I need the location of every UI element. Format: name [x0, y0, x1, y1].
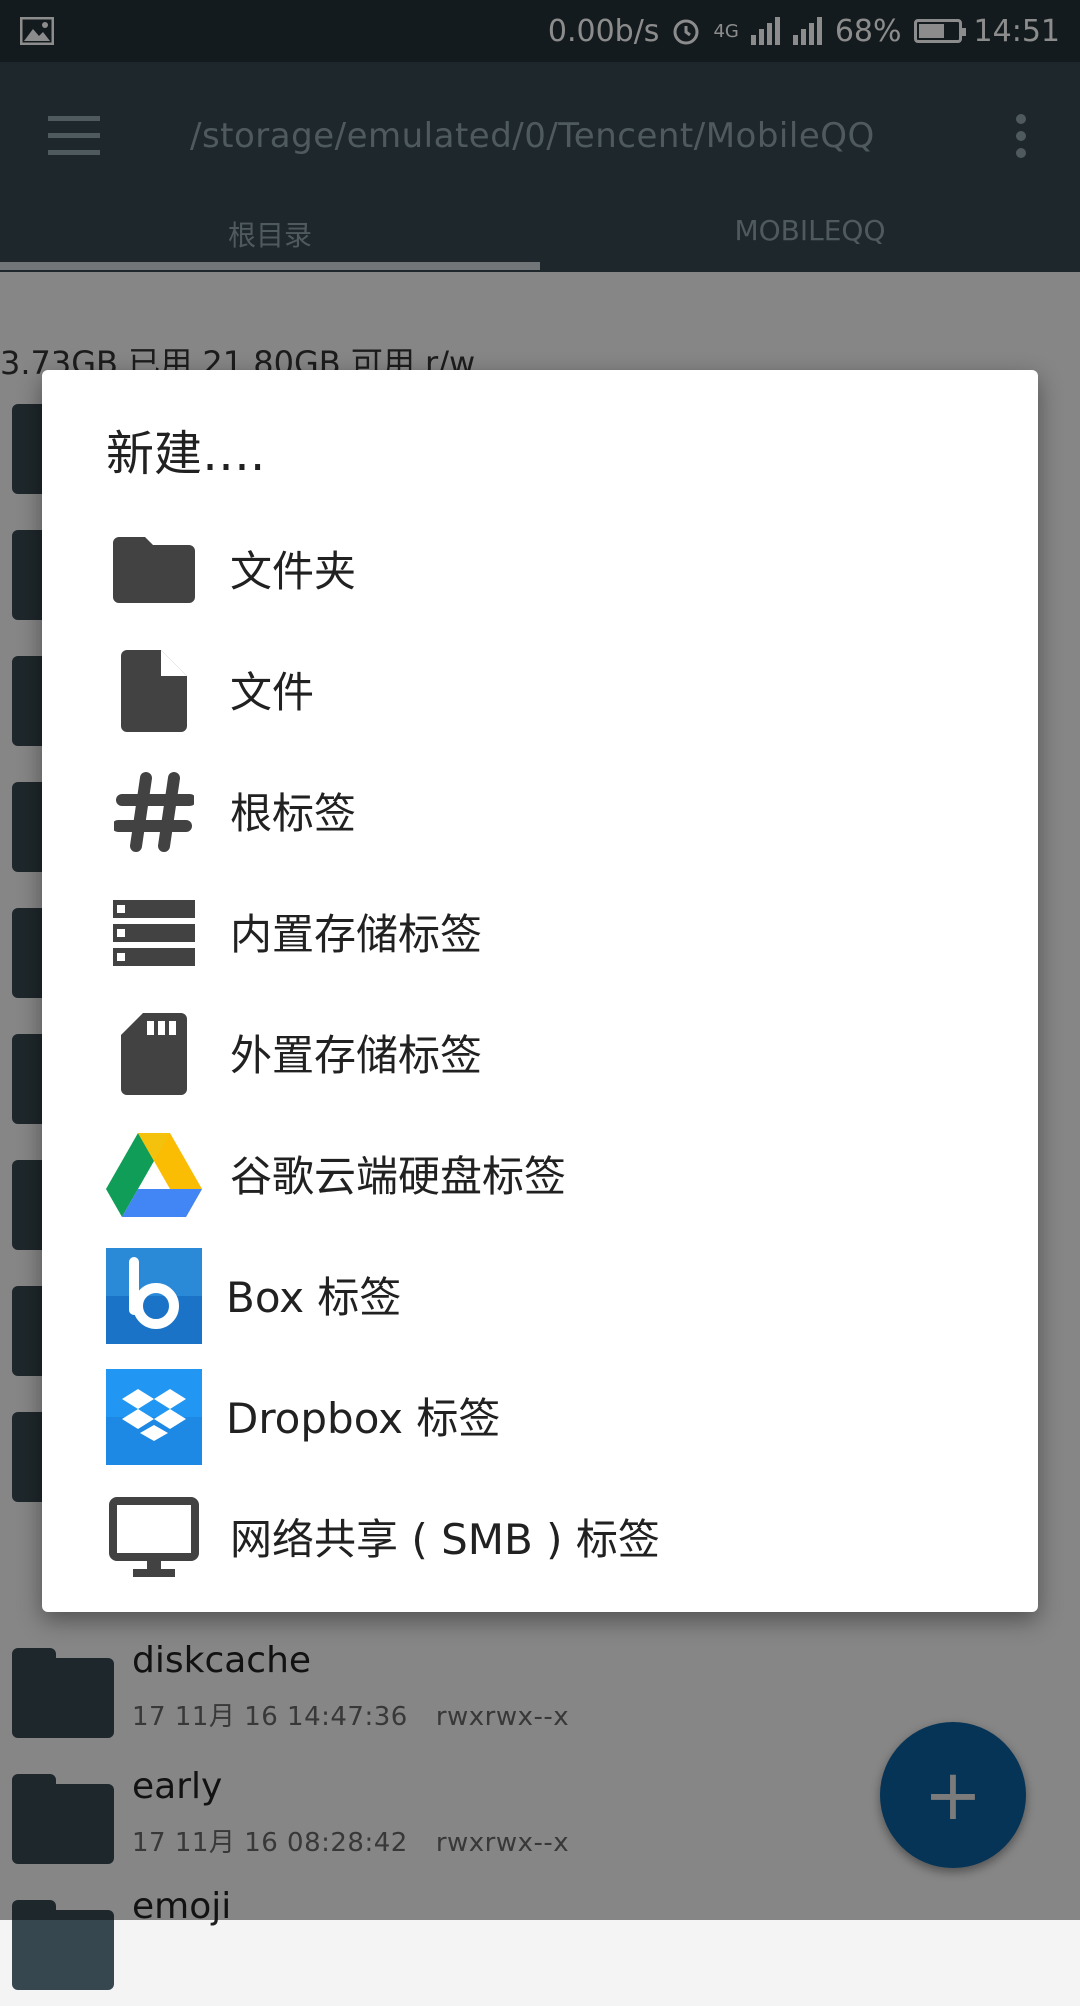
monitor-icon [106, 1490, 202, 1586]
option-internal-storage-tab[interactable]: 内置存储标签 [106, 873, 986, 983]
hash-icon [106, 764, 202, 860]
folder-icon [12, 1900, 114, 1990]
option-new-folder[interactable]: 文件夹 [106, 510, 986, 620]
option-box-tab[interactable]: Box 标签 [106, 1236, 986, 1346]
option-label: 谷歌云端硬盘标签 [230, 1152, 567, 1201]
box-icon [106, 1248, 202, 1344]
new-item-dialog: 新建…. 文件夹 文件 根标签 内置存储标签 外置存储标签 谷歌云端硬盘标签 B… [42, 370, 1038, 1612]
option-root-tab[interactable]: 根标签 [106, 752, 986, 862]
option-external-storage-tab[interactable]: 外置存储标签 [106, 994, 986, 1104]
storage-icon [106, 885, 202, 981]
option-label: Dropbox 标签 [226, 1394, 501, 1443]
option-label: 外置存储标签 [230, 1031, 483, 1080]
option-label: Box 标签 [226, 1273, 402, 1322]
option-label: 内置存储标签 [230, 910, 483, 959]
option-smb-tab[interactable]: 网络共享 ( SMB ) 标签 [106, 1478, 986, 1588]
sd-card-icon [106, 1006, 202, 1102]
option-label: 文件 [230, 668, 315, 717]
option-label: 文件夹 [230, 547, 357, 596]
file-icon [106, 643, 202, 739]
option-dropbox-tab[interactable]: Dropbox 标签 [106, 1357, 986, 1467]
option-label: 根标签 [230, 789, 357, 838]
dialog-title: 新建…. [106, 426, 266, 482]
dropbox-icon [106, 1369, 202, 1465]
folder-icon [106, 522, 202, 618]
option-new-file[interactable]: 文件 [106, 631, 986, 741]
google-drive-icon [106, 1127, 202, 1223]
option-label: 网络共享 ( SMB ) 标签 [230, 1515, 660, 1564]
option-google-drive-tab[interactable]: 谷歌云端硬盘标签 [106, 1115, 986, 1225]
